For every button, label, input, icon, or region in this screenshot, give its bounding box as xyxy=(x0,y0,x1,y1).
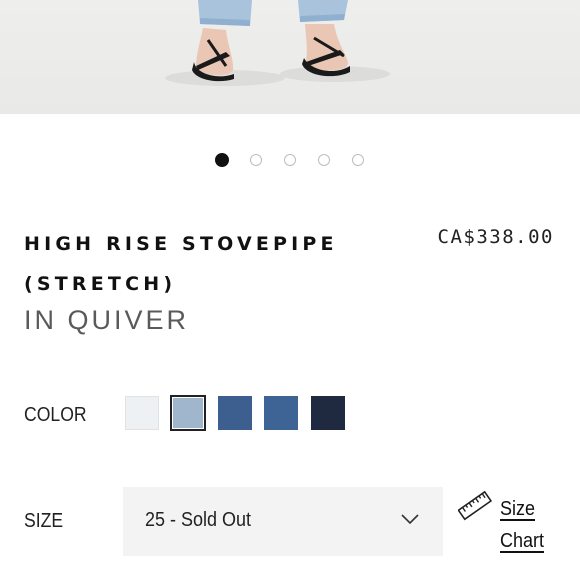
size-select-value: 25 - Sold Out xyxy=(145,509,252,531)
carousel-dot[interactable] xyxy=(318,154,330,166)
carousel-dot[interactable] xyxy=(352,154,364,166)
product-price: CA$338.00 xyxy=(437,226,554,248)
color-swatch[interactable] xyxy=(264,396,298,430)
size-label: SIZE xyxy=(24,510,64,532)
color-swatch[interactable] xyxy=(170,395,206,431)
size-select[interactable]: 25 - Sold Out xyxy=(123,487,443,556)
size-chart-link[interactable]: Size Chart xyxy=(458,489,568,559)
color-swatch[interactable] xyxy=(125,396,159,430)
color-swatch[interactable] xyxy=(311,396,345,430)
product-shade: IN QUIVER xyxy=(24,305,190,335)
carousel-dot[interactable] xyxy=(215,153,229,167)
color-label: COLOR xyxy=(24,404,87,426)
chevron-down-icon xyxy=(401,514,419,525)
carousel-dot[interactable] xyxy=(250,154,262,166)
color-swatch[interactable] xyxy=(218,396,252,430)
product-image[interactable] xyxy=(0,0,580,114)
ruler-icon xyxy=(458,490,492,521)
carousel-pagination xyxy=(0,153,580,170)
size-chart-label: Size Chart xyxy=(500,498,545,552)
product-photo-feet xyxy=(165,0,390,86)
product-title: HIGH RISE STOVEPIPE (STRETCH) xyxy=(24,233,338,295)
carousel-dot[interactable] xyxy=(284,154,296,166)
